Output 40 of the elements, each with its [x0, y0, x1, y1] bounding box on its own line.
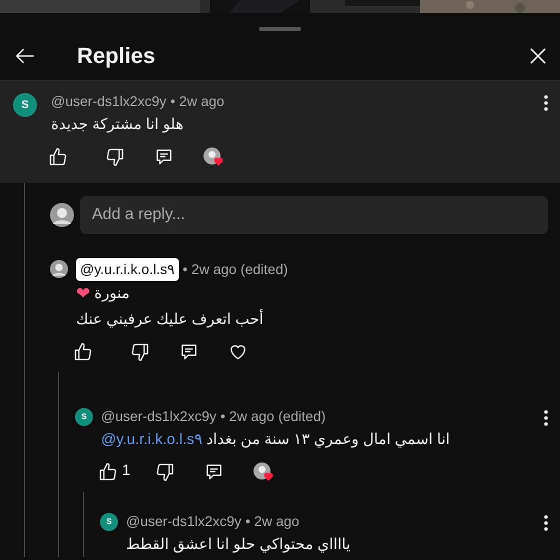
- thumbs-up-icon: [48, 147, 68, 167]
- creator-heart-icon[interactable]: [203, 147, 225, 167]
- avatar[interactable]: S: [100, 512, 118, 530]
- avatar-icon[interactable]: [50, 203, 74, 227]
- like-button[interactable]: 1: [98, 460, 158, 483]
- close-button[interactable]: [528, 46, 548, 66]
- comment-meta: • 2w ago (edited): [220, 406, 326, 426]
- more-button[interactable]: [544, 514, 548, 530]
- comment-icon: [179, 342, 199, 362]
- author-name[interactable]: @y.u.r.i.k.o.l.s٩: [76, 258, 179, 281]
- comment-meta: • 2w ago: [170, 92, 224, 111]
- more-button[interactable]: [544, 410, 548, 426]
- close-icon: [528, 46, 548, 66]
- comment-text: أحب اتعرف عليك عرفيني عنك: [76, 308, 264, 330]
- comment-text: يااااي محتواكي حلو انا اعشق القطط: [126, 534, 350, 555]
- thumbs-down-icon: [105, 147, 125, 167]
- drag-handle[interactable]: [259, 27, 301, 31]
- comment-meta: • 2w ago: [245, 512, 300, 531]
- mention-link[interactable]: @y.u.r.i.k.o.l.s٩: [101, 426, 202, 452]
- avatar-icon[interactable]: [50, 260, 68, 278]
- comment-icon: [154, 147, 174, 167]
- thumbs-down-icon: [130, 342, 150, 362]
- heart-emoji: ❤: [76, 283, 90, 305]
- creator-heart-icon[interactable]: [253, 462, 275, 482]
- comment-meta: • 2w ago (edited): [182, 260, 288, 279]
- thumbs-up-icon: [73, 342, 93, 362]
- comment-text: منورة: [94, 284, 130, 304]
- comment-text: هلو انا مشتركة جديدة: [51, 115, 184, 135]
- thumbs-down-icon: [155, 462, 175, 482]
- author-name[interactable]: @user-ds1lx2xc9y: [126, 510, 242, 532]
- reply-field[interactable]: Add a reply...: [80, 196, 548, 234]
- sheet-title: Replies: [77, 42, 156, 70]
- more-button[interactable]: [544, 95, 548, 111]
- author-name[interactable]: @user-ds1lx2xc9y: [51, 91, 166, 112]
- thumbs-up-icon: [98, 462, 118, 482]
- author-name[interactable]: @user-ds1lx2xc9y: [101, 406, 216, 426]
- comment-text: انا اسمي امال وعمري ١٣ سنة من بغداد: [206, 430, 450, 450]
- avatar[interactable]: S: [75, 408, 93, 426]
- avatar[interactable]: S: [13, 93, 37, 117]
- comment-icon: [204, 462, 224, 482]
